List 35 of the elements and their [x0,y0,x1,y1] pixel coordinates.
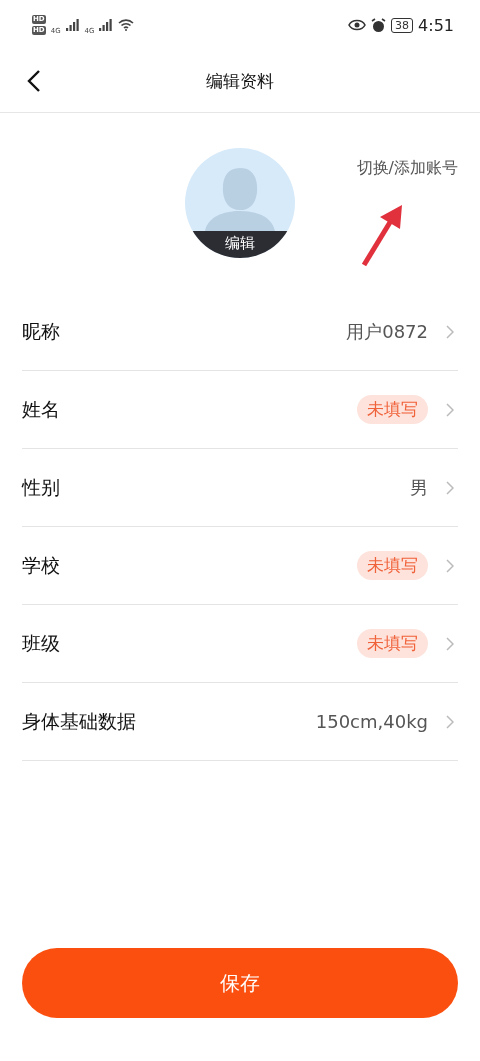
field-value: 用户0872 [346,319,428,344]
field-label: 学校 [22,552,61,578]
chevron-icon [446,714,454,729]
eye-icon [348,19,367,31]
field-label: 姓名 [22,396,61,422]
field-value: 150cm,40kg [315,711,428,732]
chevron-icon [446,558,454,573]
field-value: 男 [410,475,428,500]
switch-account-link[interactable]: 切换/添加账号 [356,158,458,179]
profile-row[interactable]: 姓名 未填写 [22,371,458,449]
signal-icon [99,19,114,31]
wifi-icon [118,19,135,31]
page-title: 编辑资料 [206,69,274,93]
profile-row[interactable]: 性别 男 [22,449,458,527]
field-label: 身体基础数据 [22,708,137,734]
avatar[interactable]: 编辑 [185,148,295,258]
field-label: 性别 [22,474,61,500]
field-label: 昵称 [22,318,61,344]
signal-icon [65,19,80,31]
field-label: 班级 [22,630,61,656]
unfilled-tag: 未填写 [357,395,428,424]
chevron-icon [446,636,454,651]
battery-level: 38 [391,17,414,33]
profile-row[interactable]: 身体基础数据 150cm,40kg [22,683,458,761]
profile-row[interactable]: 昵称 用户0872 [22,293,458,371]
chevron-icon [446,402,454,417]
back-icon[interactable] [26,69,42,93]
alarm-icon [371,17,387,33]
profile-row[interactable]: 班级 未填写 [22,605,458,683]
unfilled-tag: 未填写 [357,551,428,580]
chevron-icon [446,324,454,339]
clock-time: 4:51 [418,15,454,35]
unfilled-tag: 未填写 [357,629,428,658]
profile-row[interactable]: 学校 未填写 [22,527,458,605]
chevron-icon [446,480,454,495]
